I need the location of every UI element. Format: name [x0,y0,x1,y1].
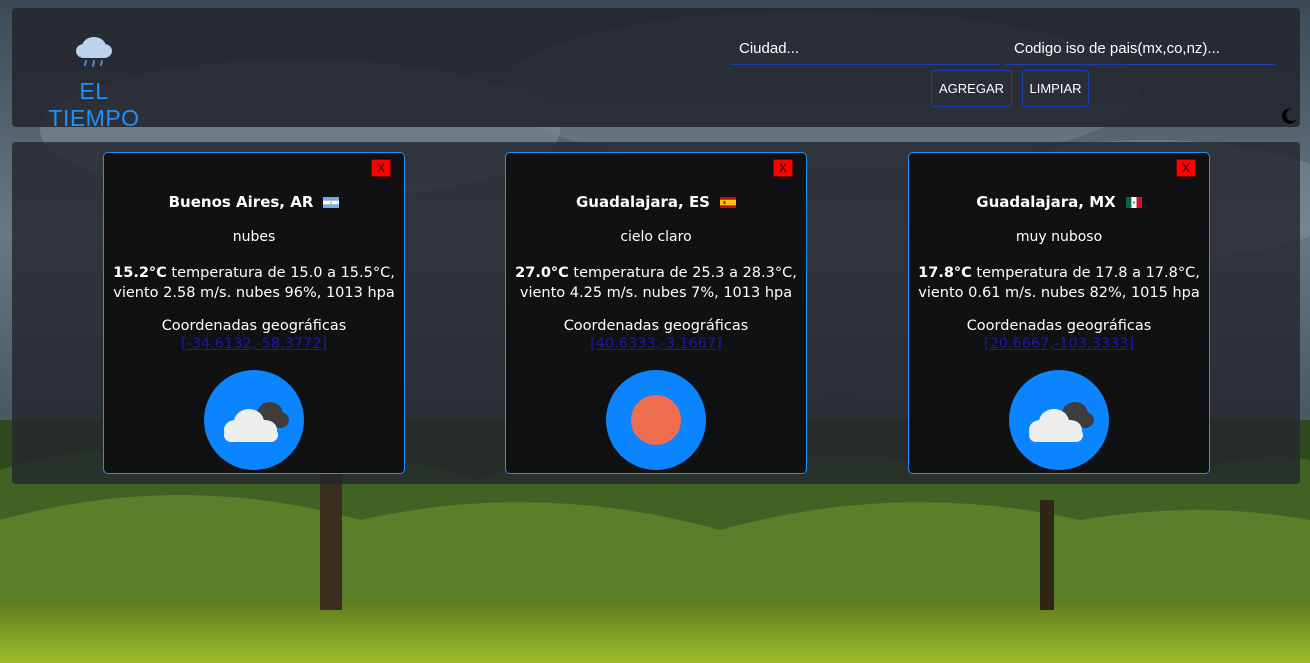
close-card-button[interactable]: X [371,159,391,177]
weather-description: muy nuboso [1015,229,1103,245]
weather-description: nubes [232,229,276,245]
weather-card: X Buenos Aires, AR nubes 15.2°C temperat… [103,152,405,474]
clouds-icon [1029,402,1094,442]
weather-icon-badge [606,370,706,470]
flag-es-icon [720,196,736,208]
clouds-icon [224,402,289,442]
temperature-range: temperatura de 17.8 a 17.8°C, [976,265,1200,281]
country-iso-input[interactable] [1005,32,1275,65]
weather-card: X Guadalajara, ES cielo claro 27.0°C tem… [505,152,807,474]
app-logo: EL TIEMPO [32,30,156,132]
temperature: 15.2°C [113,265,167,281]
city-input[interactable] [730,32,1000,65]
close-card-button[interactable]: X [1176,159,1196,177]
flag-mx-icon [1125,196,1142,208]
weather-card: X Guadalajara, MX muy nuboso 17.8°C temp… [908,152,1210,474]
weather-icon-badge [1009,370,1109,470]
sun-icon [631,395,681,445]
city-name: Guadalajara, MX [976,193,1116,211]
flag-ar-icon [323,196,340,208]
card-city: Guadalajara, MX [909,193,1209,211]
close-card-button[interactable]: X [773,159,793,177]
wind-info: viento 2.58 m/s. nubes 96%, 1013 hpa [113,285,395,301]
app-title: EL TIEMPO [48,78,140,131]
moon-icon[interactable] [1280,107,1298,125]
weather-description: cielo claro [620,229,692,245]
wind-info: viento 0.61 m/s. nubes 82%, 1015 hpa [918,285,1200,301]
header-bar: EL TIEMPO AGREGAR LIMPIAR [12,8,1300,131]
temperature: 27.0°C [515,265,569,281]
weather-details: 27.0°C temperatura de 25.3 a 28.3°C, vie… [514,263,798,303]
coords-link[interactable]: [-34.6132,-58.3772] [104,336,404,352]
coords-link[interactable]: [40.6333,-3.1667] [506,336,806,352]
temperature-range: temperatura de 25.3 a 28.3°C, [573,265,797,281]
card-city: Guadalajara, ES [506,193,806,211]
coords-link[interactable]: [20.6667,-103.3333] [909,336,1209,352]
clear-button[interactable]: LIMPIAR [1022,70,1089,107]
card-city: Buenos Aires, AR [104,193,404,211]
coords-label: Coordenadas geográficas [966,318,1152,334]
temperature: 17.8°C [918,265,972,281]
add-button[interactable]: AGREGAR [931,70,1012,107]
coords-label: Coordenadas geográficas [563,318,749,334]
weather-details: 17.8°C temperatura de 17.8 a 17.8°C, vie… [917,263,1201,303]
city-name: Buenos Aires, AR [168,193,314,211]
rain-cloud-icon [76,37,112,67]
city-name: Guadalajara, ES [576,193,710,211]
wind-info: viento 4.25 m/s. nubes 7%, 1013 hpa [519,285,793,301]
weather-details: 15.2°C temperatura de 15.0 a 15.5°C, vie… [112,263,396,303]
temperature-range: temperatura de 15.0 a 15.5°C, [171,265,395,281]
weather-icon-badge [204,370,304,470]
coords-label: Coordenadas geográficas [161,318,347,334]
